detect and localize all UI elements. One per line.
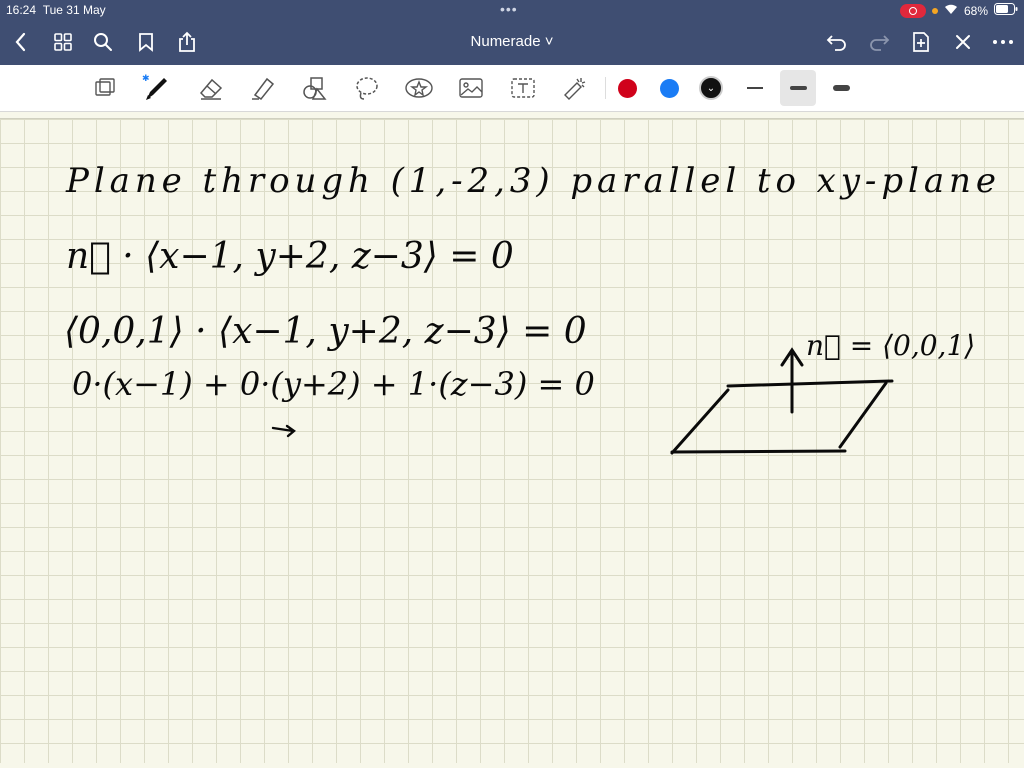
battery-percent: 68% xyxy=(963,3,988,18)
nav-bar: Numerade ˅ xyxy=(0,20,1024,65)
wifi-icon xyxy=(944,4,958,18)
shapes-icon[interactable] xyxy=(300,73,330,103)
text-icon[interactable] xyxy=(508,73,538,103)
undo-icon[interactable] xyxy=(824,29,850,55)
note-line-1: Plane through (1,-2,3) parallel to xy-pl… xyxy=(65,161,996,201)
battery-icon xyxy=(994,3,1018,18)
status-date: Tue 31 May xyxy=(42,3,106,17)
drawing-toolbar: ✱ ⌄ xyxy=(0,65,1024,112)
status-bar: 16:24 Tue 31 May ••• 68% xyxy=(0,0,1024,20)
eraser-icon[interactable] xyxy=(196,73,226,103)
sticker-icon[interactable] xyxy=(404,73,434,103)
normal-vector-label: n⃗ = ⟨0,0,1⟩ xyxy=(806,329,975,362)
highlighter-icon[interactable] xyxy=(248,73,278,103)
color-black-selected[interactable]: ⌄ xyxy=(696,73,726,103)
color-blue[interactable] xyxy=(654,73,684,103)
plane-sketch xyxy=(670,347,894,455)
status-time: 16:24 xyxy=(6,3,37,17)
note-line-4: 0·(x−1) + 0·(y+2) + 1·(z−3) = 0 xyxy=(72,365,595,403)
handwriting-layer: Plane through (1,-2,3) parallel to xy-pl… xyxy=(64,161,996,455)
add-page-icon[interactable] xyxy=(908,29,934,55)
stroke-medium-selected[interactable] xyxy=(780,70,816,106)
more-icon[interactable] xyxy=(990,29,1016,55)
color-red[interactable] xyxy=(612,73,642,103)
note-line-2: n⃗ · ⟨x−1, y+2, z−3⟩ = 0 xyxy=(66,236,514,277)
orange-dot-icon xyxy=(931,7,938,14)
multitask-dots-icon[interactable]: ••• xyxy=(500,1,518,17)
read-only-icon[interactable] xyxy=(90,73,120,103)
image-icon[interactable] xyxy=(456,73,486,103)
stroke-thick[interactable] xyxy=(826,73,856,103)
note-line-3: ⟨0,0,1⟩ · ⟨x−1, y+2, z−3⟩ = 0 xyxy=(64,311,587,352)
partial-arrow-stroke xyxy=(271,424,296,438)
record-icon xyxy=(899,3,926,18)
close-icon[interactable] xyxy=(950,29,976,55)
toolbar-divider xyxy=(605,77,606,99)
lasso-icon[interactable] xyxy=(352,73,382,103)
svg-text:✱: ✱ xyxy=(142,74,150,84)
stroke-thin[interactable] xyxy=(740,73,770,103)
laser-pointer-icon[interactable] xyxy=(560,73,590,103)
pen-icon[interactable]: ✱ xyxy=(142,73,172,103)
redo-icon[interactable] xyxy=(866,29,892,55)
